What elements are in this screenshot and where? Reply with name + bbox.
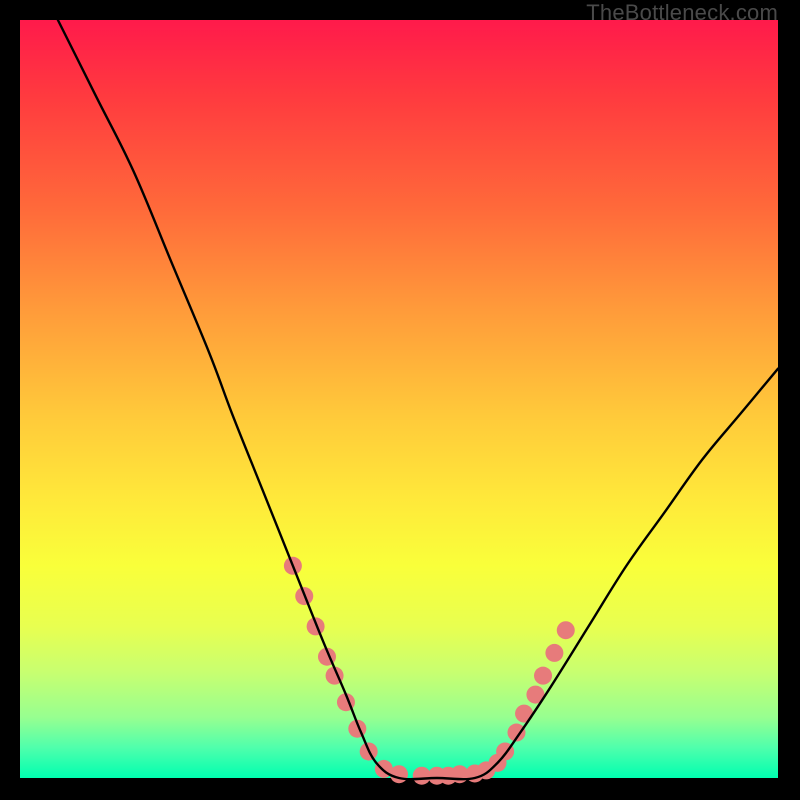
frame: TheBottleneck.com (0, 0, 800, 800)
dots-group (284, 557, 575, 785)
chart-svg (20, 20, 778, 778)
sample-dot (390, 765, 408, 783)
bottleneck-curve-line (20, 0, 778, 779)
sample-dot (557, 621, 575, 639)
sample-dot (545, 644, 563, 662)
sample-dot (534, 667, 552, 685)
